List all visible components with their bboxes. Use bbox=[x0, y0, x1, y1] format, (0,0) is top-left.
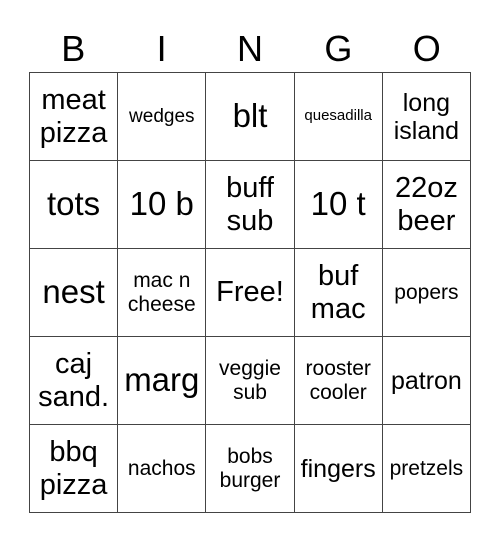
bingo-cell[interactable]: rooster cooler bbox=[294, 337, 383, 425]
bingo-cell[interactable]: long island bbox=[382, 73, 471, 161]
header-letter-n: N bbox=[236, 28, 263, 69]
bingo-cell[interactable]: veggie sub bbox=[206, 337, 295, 425]
bingo-cell[interactable]: buf mac bbox=[294, 249, 383, 337]
bingo-cell[interactable]: bbq pizza bbox=[30, 425, 119, 513]
bingo-cell[interactable]: meat pizza bbox=[30, 73, 119, 161]
bingo-cell[interactable]: nachos bbox=[118, 425, 207, 513]
bingo-cell[interactable]: tots bbox=[30, 161, 119, 249]
bingo-cell[interactable]: pretzels bbox=[382, 425, 471, 513]
bingo-cell[interactable]: 10 b bbox=[118, 161, 207, 249]
free-space-cell[interactable]: Free! bbox=[206, 249, 295, 337]
bingo-cell[interactable]: marg bbox=[118, 337, 207, 425]
bingo-cell[interactable]: caj sand. bbox=[30, 337, 119, 425]
bingo-header: B I N G O bbox=[29, 26, 471, 72]
bingo-cell[interactable]: quesadilla bbox=[294, 73, 383, 161]
header-letter-g: G bbox=[324, 28, 353, 69]
header-letter-i: I bbox=[156, 28, 167, 69]
bingo-grid: meat pizza wedges blt quesadilla long is… bbox=[29, 72, 471, 513]
bingo-cell[interactable]: popers bbox=[382, 249, 471, 337]
bingo-cell[interactable]: 22oz beer bbox=[382, 161, 471, 249]
bingo-cell[interactable]: wedges bbox=[118, 73, 207, 161]
bingo-cell[interactable]: mac n cheese bbox=[118, 249, 207, 337]
bingo-cell[interactable]: bobs burger bbox=[206, 425, 295, 513]
bingo-cell[interactable]: blt bbox=[206, 73, 295, 161]
bingo-cell[interactable]: fingers bbox=[294, 425, 383, 513]
header-letter-b: B bbox=[61, 28, 86, 69]
bingo-cell[interactable]: patron bbox=[382, 337, 471, 425]
bingo-cell[interactable]: 10 t bbox=[294, 161, 383, 249]
bingo-cell[interactable]: buff sub bbox=[206, 161, 295, 249]
bingo-cell[interactable]: nest bbox=[30, 249, 119, 337]
header-letter-o: O bbox=[412, 28, 441, 69]
